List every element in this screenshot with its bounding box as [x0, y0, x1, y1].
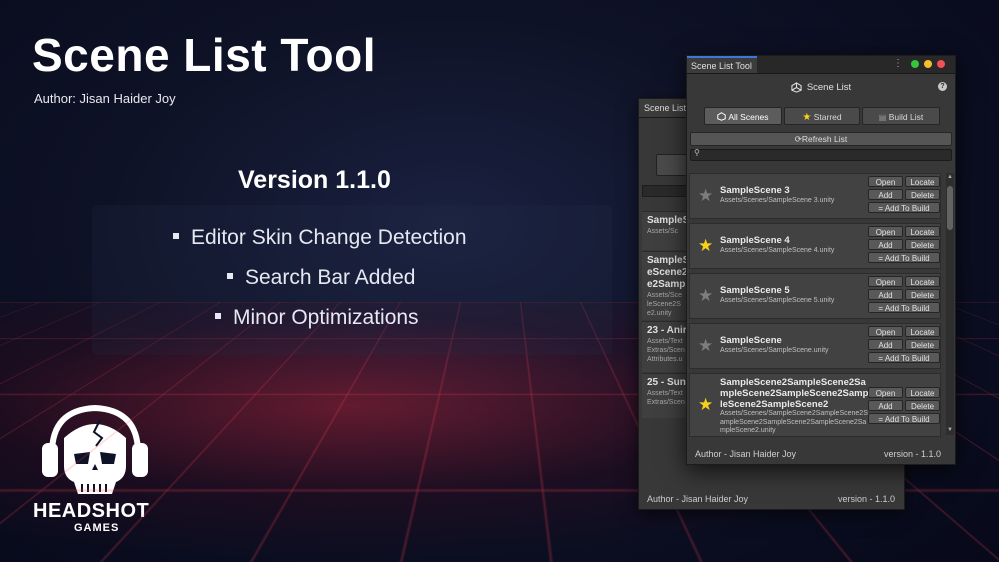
open-button[interactable]: Open	[868, 387, 903, 398]
delete-button[interactable]: Delete	[905, 400, 940, 411]
locate-button[interactable]: Locate	[905, 276, 940, 287]
refresh-list-button[interactable]: ⟳Refresh List	[690, 132, 952, 146]
footer-author: Author - Jisan Haider Joy	[695, 449, 797, 459]
filter-tabs: All Scenes ★ Starred ▤ Build List	[704, 107, 955, 125]
back-footer: Author - Jisan Haider Joy version - 1.1.0	[647, 494, 895, 504]
delete-button[interactable]: Delete	[905, 189, 940, 200]
kebab-menu-icon[interactable]: ⋮	[893, 59, 903, 69]
list-scrollbar[interactable]: ▲ ▼	[946, 173, 954, 435]
slide-version: Version 1.1.0	[238, 166, 391, 194]
delete-button[interactable]: Delete	[905, 289, 940, 300]
list-item[interactable]: ★ SampleScene2SampleScene2SampleScene2Sa…	[689, 373, 941, 437]
window-footer: Author - Jisan Haider Joy version - 1.1.…	[695, 449, 941, 459]
add-to-build-button[interactable]: = Add To Build	[868, 413, 940, 424]
star-icon[interactable]: ★	[698, 396, 713, 413]
window-header: Scene List ?	[687, 74, 955, 100]
add-to-build-button[interactable]: = Add To Build	[868, 202, 940, 213]
feature-item: Minor Optimizations	[215, 306, 419, 330]
star-icon[interactable]: ★	[698, 237, 713, 254]
add-to-build-button[interactable]: = Add To Build	[868, 252, 940, 263]
window-tab[interactable]: Scene List Tool	[687, 56, 757, 73]
locate-button[interactable]: Locate	[905, 176, 940, 187]
back-window-tab[interactable]: Scene List	[639, 99, 692, 117]
open-button[interactable]: Open	[868, 326, 903, 337]
list-item[interactable]: ★ SampleScene 3 Assets/Scenes/SampleScen…	[689, 173, 941, 219]
unity-logo-icon	[791, 81, 802, 93]
footer-version: version - 1.1.0	[883, 449, 941, 459]
add-button[interactable]: Add	[868, 239, 903, 250]
star-icon: ★	[802, 112, 812, 123]
scroll-down-icon[interactable]: ▼	[947, 427, 953, 433]
list-item[interactable]: ★ SampleScene Assets/Scenes/SampleScene.…	[689, 323, 941, 369]
open-button[interactable]: Open	[868, 176, 903, 187]
scene-list-window: Scene List Tool ⋮ Scene List ? All Scene…	[686, 55, 956, 465]
build-icon: ▤	[878, 113, 887, 122]
add-button[interactable]: Add	[868, 189, 903, 200]
tab-starred[interactable]: ★ Starred	[784, 107, 860, 125]
star-icon[interactable]: ★	[698, 187, 713, 204]
bullet-icon	[227, 273, 233, 280]
slide-title: Scene List Tool	[32, 29, 377, 81]
feature-item: Editor Skin Change Detection	[173, 226, 467, 250]
add-button[interactable]: Add	[868, 339, 903, 350]
scene-list: ★ SampleScene 3 Assets/Scenes/SampleScen…	[689, 173, 945, 464]
list-item[interactable]: ★ SampleScene 4 Assets/Scenes/SampleScen…	[689, 223, 941, 269]
minimize-icon[interactable]	[924, 60, 932, 68]
maximize-icon[interactable]	[911, 60, 919, 68]
help-icon[interactable]: ?	[938, 82, 947, 91]
locate-button[interactable]: Locate	[905, 387, 940, 398]
list-item[interactable]: ★ SampleScene 5 Assets/Scenes/SampleScen…	[689, 273, 941, 319]
scrollbar-thumb[interactable]	[947, 186, 953, 230]
bullet-icon	[173, 233, 179, 240]
star-icon[interactable]: ★	[698, 337, 713, 354]
bullet-icon	[215, 313, 221, 320]
add-to-build-button[interactable]: = Add To Build	[868, 302, 940, 313]
locate-button[interactable]: Locate	[905, 326, 940, 337]
locate-button[interactable]: Locate	[905, 226, 940, 237]
tab-all-scenes[interactable]: All Scenes	[704, 107, 782, 125]
star-icon[interactable]: ★	[698, 287, 713, 304]
open-button[interactable]: Open	[868, 276, 903, 287]
delete-button[interactable]: Delete	[905, 339, 940, 350]
add-button[interactable]: Add	[868, 400, 903, 411]
logo-subtitle: GAMES	[74, 522, 120, 534]
search-input[interactable]: ⚲	[690, 148, 952, 161]
add-button[interactable]: Add	[868, 289, 903, 300]
feature-item: Search Bar Added	[227, 266, 415, 290]
refresh-icon: ⟳	[794, 134, 802, 144]
unity-logo-icon	[717, 112, 727, 121]
add-to-build-button[interactable]: = Add To Build	[868, 352, 940, 363]
open-button[interactable]: Open	[868, 226, 903, 237]
delete-button[interactable]: Delete	[905, 239, 940, 250]
window-titlebar: Scene List Tool ⋮	[687, 56, 955, 74]
close-icon[interactable]	[937, 60, 945, 68]
scroll-up-icon[interactable]: ▲	[947, 174, 953, 180]
search-icon: ⚲	[694, 148, 700, 157]
tab-build-list[interactable]: ▤ Build List	[862, 107, 940, 125]
logo-wordmark: HEADSHOT	[33, 500, 150, 522]
slide-author: Author: Jisan Haider Joy	[34, 91, 176, 106]
